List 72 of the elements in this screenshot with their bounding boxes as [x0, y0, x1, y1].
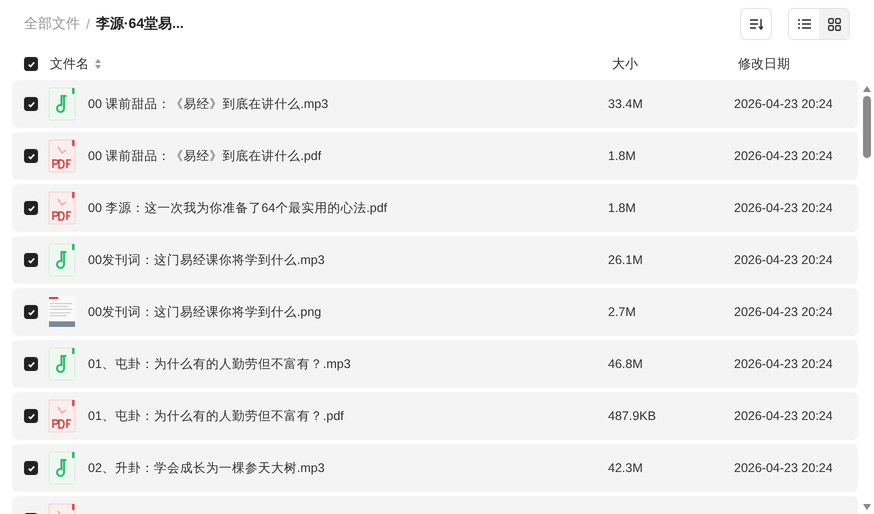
breadcrumb-separator: / [86, 16, 90, 32]
checkmark-icon [26, 204, 36, 212]
file-row[interactable]: 01、屯卦：为什么有的人勤劳但不富有？.pdf 487.9KB 2026-04-23 20:24 [12, 392, 858, 440]
music-file-icon [48, 347, 76, 381]
row-checkbox[interactable] [24, 149, 38, 163]
modified-date: 2026-04-23 20:24 [734, 97, 833, 111]
modified-date: 2026-04-23 20:24 [734, 409, 833, 423]
grid-view-button[interactable] [819, 9, 849, 39]
file-row[interactable]: 00发刊词：这门易经课你将学到什么.png 2.7M 2026-04-23 20:24 [12, 288, 858, 336]
modified-date: 2026-04-23 20:24 [734, 253, 833, 267]
modified-date: 2026-04-23 20:24 [734, 357, 833, 371]
file-name[interactable]: 00发刊词：这门易经课你将学到什么.png [88, 304, 322, 318]
file-name[interactable]: 00发刊词：这门易经课你将学到什么.mp3 [88, 252, 325, 266]
file-row[interactable]: 00 课前甜品：《易经》到底在讲什么.mp3 33.4M 2026-04-23 20:24 [12, 80, 858, 128]
file-size: 33.4M [608, 97, 643, 111]
file-size: 1.8M [608, 201, 636, 215]
file-size: 2.7M [608, 305, 636, 319]
column-header: 修改日期 [738, 56, 790, 71]
row-checkbox[interactable] [24, 253, 38, 267]
checkmark-icon [26, 60, 36, 68]
row-checkbox[interactable] [24, 357, 38, 371]
file-size: 26.1M [608, 253, 643, 267]
file-row[interactable]: 00 课前甜品：《易经》到底在讲什么.pdf 1.8M 2026-04-23 20:24 [12, 132, 858, 180]
checkmark-icon [26, 308, 36, 316]
modified-date: 2026-04-23 20:24 [734, 201, 833, 215]
row-checkbox[interactable] [24, 97, 38, 111]
row-checkbox[interactable] [24, 305, 38, 319]
file-row[interactable]: 01、屯卦：为什么有的人勤劳但不富有？.mp3 46.8M 2026-04-23 20:24 [12, 340, 858, 388]
checkmark-icon [26, 256, 36, 264]
file-name[interactable]: 02、升卦：学会成长为一棵参天大树.mp3 [88, 460, 325, 474]
music-file-icon [48, 451, 76, 485]
file-name[interactable]: 00 课前甜品：《易经》到底在讲什么.mp3 [88, 96, 328, 110]
row-checkbox[interactable] [24, 201, 38, 215]
file-name[interactable]: 01、屯卦：为什么有的人勤劳但不富有？.pdf [88, 408, 344, 422]
column-header[interactable]: 文件名 [50, 55, 89, 73]
file-row[interactable]: 00发刊词：这门易经课你将学到什么.mp3 26.1M 2026-04-23 20:24 [12, 236, 858, 284]
select-all-checkbox[interactable] [24, 57, 38, 71]
image-thumbnail [48, 295, 76, 329]
scroll-up-icon[interactable] [863, 86, 871, 92]
file-name[interactable]: 01、屯卦：为什么有的人勤劳但不富有？.mp3 [88, 356, 351, 370]
list-icon [798, 19, 810, 29]
sort-icon [749, 18, 763, 30]
modified-date: 2026-04-23 20:24 [734, 461, 833, 475]
scrollbar-thumb[interactable] [863, 96, 871, 158]
music-file-icon [48, 87, 76, 121]
checkmark-icon [26, 360, 36, 368]
file-row[interactable]: 02、升卦：学会成长为一棵参天大树.mp3 42.3M 2026-04-23 20:24 [12, 444, 858, 492]
sort-arrows-icon[interactable] [95, 59, 101, 69]
checkmark-icon [26, 464, 36, 472]
music-file-icon [48, 243, 76, 277]
file-row[interactable]: 00 李源：这一次我为你准备了64个最实用的心法.pdf 1.8M 2026-04-23 20:24 [12, 184, 858, 232]
modified-date: 2026-04-23 20:24 [734, 305, 833, 319]
pdf-file-icon [48, 139, 76, 173]
scroll-down-icon[interactable] [863, 504, 871, 510]
breadcrumb-current: 李源·64堂易... [96, 15, 184, 33]
file-name[interactable]: 00 李源：这一次我为你准备了64个最实用的心法.pdf [88, 200, 388, 214]
pdf-file-icon [48, 191, 76, 225]
file-size: 487.9KB [608, 409, 656, 423]
column-header: 大小 [612, 56, 638, 71]
file-size: 1.8M [608, 149, 636, 163]
grid-icon [828, 18, 840, 30]
file-size: 42.3M [608, 461, 643, 475]
checkmark-icon [26, 100, 36, 108]
file-size: 46.8M [608, 357, 643, 371]
pdf-file-icon [48, 399, 76, 433]
row-checkbox[interactable] [24, 461, 38, 475]
sort-button[interactable] [740, 8, 772, 40]
modified-date: 2026-04-23 20:24 [734, 149, 833, 163]
row-checkbox[interactable] [24, 409, 38, 423]
file-name[interactable]: 00 课前甜品：《易经》到底在讲什么.pdf [88, 148, 322, 162]
checkmark-icon [26, 412, 36, 420]
checkmark-icon [26, 152, 36, 160]
